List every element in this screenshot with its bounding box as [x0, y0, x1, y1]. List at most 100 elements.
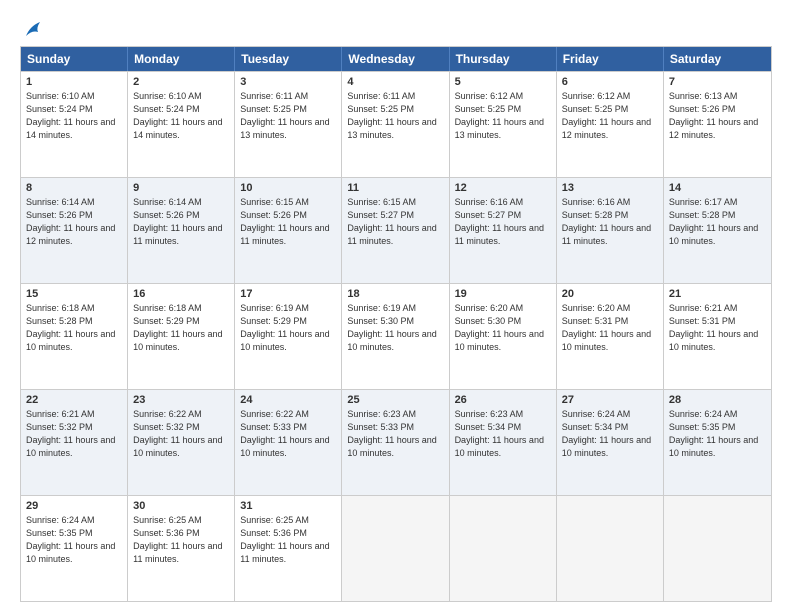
day-info: Sunrise: 6:23 AMSunset: 5:34 PMDaylight:… — [455, 408, 551, 460]
calendar-cell-day-27: 27 Sunrise: 6:24 AMSunset: 5:34 PMDayligh… — [557, 390, 664, 495]
day-number: 17 — [240, 288, 336, 300]
day-info: Sunrise: 6:18 AMSunset: 5:28 PMDaylight:… — [26, 302, 122, 354]
day-info: Sunrise: 6:16 AMSunset: 5:27 PMDaylight:… — [455, 196, 551, 248]
day-number: 31 — [240, 500, 336, 512]
day-number: 5 — [455, 76, 551, 88]
calendar-cell-day-1: 1 Sunrise: 6:10 AMSunset: 5:24 PMDaylight… — [21, 72, 128, 177]
day-info: Sunrise: 6:20 AMSunset: 5:31 PMDaylight:… — [562, 302, 658, 354]
day-info: Sunrise: 6:15 AMSunset: 5:27 PMDaylight:… — [347, 196, 443, 248]
day-number: 22 — [26, 394, 122, 406]
calendar-cell-day-11: 11 Sunrise: 6:15 AMSunset: 5:27 PMDayligh… — [342, 178, 449, 283]
day-number: 12 — [455, 182, 551, 194]
calendar-header-row: SundayMondayTuesdayWednesdayThursdayFrid… — [21, 47, 771, 71]
day-number: 26 — [455, 394, 551, 406]
day-info: Sunrise: 6:21 AMSunset: 5:32 PMDaylight:… — [26, 408, 122, 460]
day-info: Sunrise: 6:24 AMSunset: 5:35 PMDaylight:… — [669, 408, 766, 460]
calendar-cell-day-30: 30Sunrise: 6:25 AMSunset: 5:36 PMDayligh… — [128, 496, 235, 601]
calendar-cell-day-10: 10Sunrise: 6:15 AMSunset: 5:26 PMDayligh… — [235, 178, 342, 283]
calendar-week-3: 15 Sunrise: 6:18 AMSunset: 5:28 PMDayligh… — [21, 283, 771, 389]
header-day-sunday: Sunday — [21, 47, 128, 71]
day-number: 15 — [26, 288, 122, 300]
day-number: 11 — [347, 182, 443, 194]
header-day-tuesday: Tuesday — [235, 47, 342, 71]
logo — [20, 18, 44, 36]
day-info: Sunrise: 6:23 AMSunset: 5:33 PMDaylight:… — [347, 408, 443, 460]
logo-bird-icon — [22, 18, 44, 40]
day-number: 7 — [669, 76, 766, 88]
calendar-week-4: 22 Sunrise: 6:21 AMSunset: 5:32 PMDayligh… — [21, 389, 771, 495]
calendar-body: 1 Sunrise: 6:10 AMSunset: 5:24 PMDaylight… — [21, 71, 771, 601]
day-info: Sunrise: 6:11 AMSunset: 5:25 PMDaylight:… — [347, 90, 443, 142]
day-info: Sunrise: 6:12 AMSunset: 5:25 PMDaylight:… — [455, 90, 551, 142]
calendar-cell-day-31: 31 Sunrise: 6:25 AMSunset: 5:36 PMDayligh… — [235, 496, 342, 601]
day-info: Sunrise: 6:13 AMSunset: 5:26 PMDaylight:… — [669, 90, 766, 142]
day-info: Sunrise: 6:10 AMSunset: 5:24 PMDaylight:… — [26, 90, 122, 142]
calendar-cell-day-20: 20Sunrise: 6:20 AMSunset: 5:31 PMDayligh… — [557, 284, 664, 389]
day-number: 19 — [455, 288, 551, 300]
calendar-cell-day-22: 22 Sunrise: 6:21 AMSunset: 5:32 PMDayligh… — [21, 390, 128, 495]
day-info: Sunrise: 6:22 AMSunset: 5:33 PMDaylight:… — [240, 408, 336, 460]
day-info: Sunrise: 6:21 AMSunset: 5:31 PMDaylight:… — [669, 302, 766, 354]
calendar-cell-day-15: 15 Sunrise: 6:18 AMSunset: 5:28 PMDayligh… — [21, 284, 128, 389]
day-info: Sunrise: 6:17 AMSunset: 5:28 PMDaylight:… — [669, 196, 766, 248]
day-number: 8 — [26, 182, 122, 194]
calendar-cell-day-3: 3Sunrise: 6:11 AMSunset: 5:25 PMDaylight… — [235, 72, 342, 177]
day-number: 4 — [347, 76, 443, 88]
calendar-cell-day-14: 14 Sunrise: 6:17 AMSunset: 5:28 PMDayligh… — [664, 178, 771, 283]
day-info: Sunrise: 6:16 AMSunset: 5:28 PMDaylight:… — [562, 196, 658, 248]
day-number: 13 — [562, 182, 658, 194]
day-info: Sunrise: 6:18 AMSunset: 5:29 PMDaylight:… — [133, 302, 229, 354]
calendar-week-2: 8 Sunrise: 6:14 AMSunset: 5:26 PMDaylight… — [21, 177, 771, 283]
day-info: Sunrise: 6:10 AMSunset: 5:24 PMDaylight:… — [133, 90, 229, 142]
calendar-cell-day-16: 16 Sunrise: 6:18 AMSunset: 5:29 PMDayligh… — [128, 284, 235, 389]
header-day-saturday: Saturday — [664, 47, 771, 71]
calendar-cell-day-23: 23 Sunrise: 6:22 AMSunset: 5:32 PMDayligh… — [128, 390, 235, 495]
calendar-cell-day-4: 4 Sunrise: 6:11 AMSunset: 5:25 PMDaylight… — [342, 72, 449, 177]
header-day-friday: Friday — [557, 47, 664, 71]
calendar-cell-day-7: 7 Sunrise: 6:13 AMSunset: 5:26 PMDaylight… — [664, 72, 771, 177]
day-info: Sunrise: 6:25 AMSunset: 5:36 PMDaylight:… — [240, 514, 336, 566]
calendar-cell-empty — [450, 496, 557, 601]
day-info: Sunrise: 6:20 AMSunset: 5:30 PMDaylight:… — [455, 302, 551, 354]
day-number: 25 — [347, 394, 443, 406]
day-number: 27 — [562, 394, 658, 406]
header-day-wednesday: Wednesday — [342, 47, 449, 71]
day-info: Sunrise: 6:22 AMSunset: 5:32 PMDaylight:… — [133, 408, 229, 460]
header-day-monday: Monday — [128, 47, 235, 71]
day-number: 1 — [26, 76, 122, 88]
day-number: 6 — [562, 76, 658, 88]
day-number: 23 — [133, 394, 229, 406]
day-info: Sunrise: 6:12 AMSunset: 5:25 PMDaylight:… — [562, 90, 658, 142]
calendar-cell-day-21: 21 Sunrise: 6:21 AMSunset: 5:31 PMDayligh… — [664, 284, 771, 389]
day-number: 2 — [133, 76, 229, 88]
day-number: 14 — [669, 182, 766, 194]
calendar-cell-empty — [557, 496, 664, 601]
day-info: Sunrise: 6:19 AMSunset: 5:29 PMDaylight:… — [240, 302, 336, 354]
day-number: 29 — [26, 500, 122, 512]
day-info: Sunrise: 6:25 AMSunset: 5:36 PMDaylight:… — [133, 514, 229, 566]
calendar-cell-day-6: 6 Sunrise: 6:12 AMSunset: 5:25 PMDaylight… — [557, 72, 664, 177]
day-info: Sunrise: 6:14 AMSunset: 5:26 PMDaylight:… — [26, 196, 122, 248]
day-number: 18 — [347, 288, 443, 300]
calendar-page: SundayMondayTuesdayWednesdayThursdayFrid… — [0, 0, 792, 612]
calendar-cell-day-26: 26 Sunrise: 6:23 AMSunset: 5:34 PMDayligh… — [450, 390, 557, 495]
day-number: 21 — [669, 288, 766, 300]
day-number: 16 — [133, 288, 229, 300]
calendar-cell-day-2: 2 Sunrise: 6:10 AMSunset: 5:24 PMDaylight… — [128, 72, 235, 177]
calendar-cell-day-9: 9Sunrise: 6:14 AMSunset: 5:26 PMDaylight… — [128, 178, 235, 283]
calendar-cell-day-13: 13 Sunrise: 6:16 AMSunset: 5:28 PMDayligh… — [557, 178, 664, 283]
calendar-cell-day-5: 5 Sunrise: 6:12 AMSunset: 5:25 PMDaylight… — [450, 72, 557, 177]
calendar: SundayMondayTuesdayWednesdayThursdayFrid… — [20, 46, 772, 602]
calendar-cell-day-19: 19 Sunrise: 6:20 AMSunset: 5:30 PMDayligh… — [450, 284, 557, 389]
day-info: Sunrise: 6:11 AMSunset: 5:25 PMDaylight:… — [240, 90, 336, 142]
day-number: 9 — [133, 182, 229, 194]
day-info: Sunrise: 6:24 AMSunset: 5:34 PMDaylight:… — [562, 408, 658, 460]
calendar-cell-empty — [664, 496, 771, 601]
calendar-cell-empty — [342, 496, 449, 601]
day-info: Sunrise: 6:24 AMSunset: 5:35 PMDaylight:… — [26, 514, 122, 566]
calendar-week-1: 1 Sunrise: 6:10 AMSunset: 5:24 PMDaylight… — [21, 71, 771, 177]
calendar-week-5: 29 Sunrise: 6:24 AMSunset: 5:35 PMDayligh… — [21, 495, 771, 601]
page-header — [20, 18, 772, 36]
calendar-cell-day-18: 18Sunrise: 6:19 AMSunset: 5:30 PMDayligh… — [342, 284, 449, 389]
day-number: 24 — [240, 394, 336, 406]
